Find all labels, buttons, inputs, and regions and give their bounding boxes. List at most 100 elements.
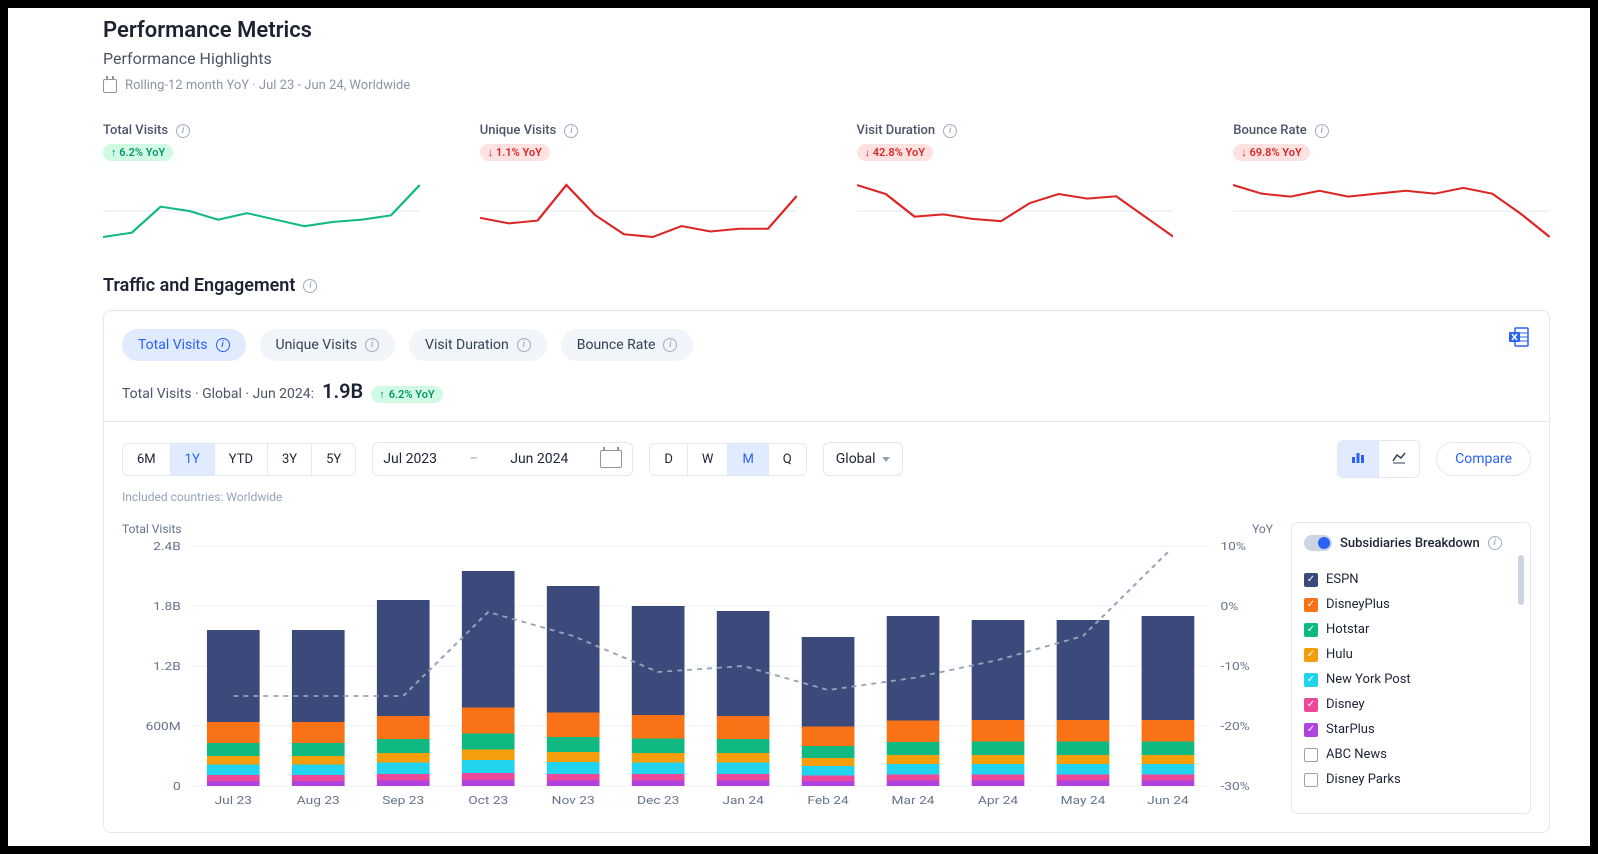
date-dash: –	[459, 443, 488, 475]
metric-change-badge: ↓ 69.8% YoY	[1233, 144, 1309, 161]
checkbox-icon: ✓	[1304, 623, 1318, 637]
legend-item-starplus[interactable]: ✓StarPlus	[1304, 717, 1518, 742]
range-6M[interactable]: 6M	[123, 444, 171, 475]
info-icon[interactable]: i	[1488, 536, 1502, 550]
svg-text:Feb 24: Feb 24	[807, 794, 848, 807]
legend-item-abc-news[interactable]: ABC News	[1304, 742, 1518, 767]
included-countries: Included countries: Worldwide	[104, 490, 1549, 504]
line-chart-icon[interactable]	[1379, 441, 1419, 477]
grain-M[interactable]: M	[728, 444, 768, 475]
svg-text:-20%: -20%	[1220, 720, 1249, 733]
section-title-traffic: Traffic and Engagement i	[103, 275, 1550, 296]
legend-item-espn[interactable]: ✓ESPN	[1304, 567, 1518, 592]
chart-y-title: Total Visits	[122, 522, 182, 536]
page-title: Performance Metrics	[103, 18, 1550, 43]
legend-scrollbar[interactable]	[1518, 555, 1524, 605]
chart-y2-title: YoY	[1252, 522, 1273, 540]
legend-label: Hotstar	[1326, 622, 1369, 637]
range-1Y[interactable]: 1Y	[171, 444, 215, 475]
svg-text:-30%: -30%	[1220, 780, 1249, 793]
svg-text:Dec 23: Dec 23	[637, 794, 679, 807]
bar-chart-icon[interactable]	[1338, 441, 1379, 477]
legend-label: Hulu	[1326, 647, 1353, 662]
grain-Q[interactable]: Q	[769, 444, 806, 475]
checkbox-icon: ✓	[1304, 673, 1318, 687]
info-icon[interactable]: i	[564, 124, 578, 138]
svg-text:10%: 10%	[1220, 540, 1246, 553]
stat-change-badge: ↑ 6.2% YoY	[371, 386, 442, 403]
legend-label: New York Post	[1326, 672, 1411, 687]
metric-card-0: Total Visits i ↑ 6.2% YoY	[103, 123, 420, 245]
legend-item-disney[interactable]: ✓ Disney	[1304, 692, 1518, 717]
calendar-icon	[600, 450, 622, 468]
info-icon[interactable]: i	[1315, 124, 1329, 138]
checkbox-icon: ✓	[1304, 598, 1318, 612]
svg-text:600M: 600M	[146, 720, 181, 733]
svg-text:Apr 24: Apr 24	[978, 794, 1018, 807]
metric-sparkline	[857, 181, 1174, 241]
stat-label: Total Visits · Global · Jun 2024:	[122, 386, 314, 402]
legend-label: ABC News	[1326, 747, 1387, 762]
legend-item-disneyplus[interactable]: ✓ DisneyPlus	[1304, 592, 1518, 617]
region-dropdown[interactable]: Global	[823, 442, 903, 476]
legend-item-new-york-post[interactable]: ✓ New York Post	[1304, 667, 1518, 692]
timerange-segment: 6M1YYTD3Y5Y	[122, 443, 356, 476]
svg-text:1.8B: 1.8B	[153, 600, 181, 613]
date-from: Jul 2023	[373, 443, 447, 475]
info-icon[interactable]: i	[943, 124, 957, 138]
range-5Y[interactable]: 5Y	[312, 444, 355, 475]
svg-text:Jun 24: Jun 24	[1147, 794, 1189, 807]
tab-visit-duration[interactable]: Visit Duration i	[409, 329, 547, 361]
tab-bounce-rate[interactable]: Bounce Rate i	[561, 329, 694, 361]
tab-unique-visits[interactable]: Unique Visits i	[260, 329, 396, 361]
section-title-text: Traffic and Engagement	[103, 275, 295, 296]
metric-sparkline	[1233, 181, 1550, 241]
svg-text:Sep 23: Sep 23	[382, 794, 424, 807]
grain-D[interactable]: D	[650, 444, 688, 475]
tab-total-visits[interactable]: Total Visits i	[122, 329, 246, 361]
info-icon: i	[663, 338, 677, 352]
svg-text:0%: 0%	[1220, 600, 1238, 613]
legend-label: DisneyPlus	[1326, 597, 1390, 612]
info-icon[interactable]: i	[176, 124, 190, 138]
metric-card-2: Visit Durationi ↓ 42.8% YoY	[857, 123, 1174, 245]
legend-item-disney-parks[interactable]: Disney Parks	[1304, 767, 1518, 792]
legend-title: Subsidiaries Breakdown	[1340, 536, 1480, 551]
stacked-bar-chart: 0600M1.2B1.8B2.4B10%0%-10%-20%-30%Jul 23…	[122, 540, 1273, 810]
legend-panel: Subsidiaries Breakdown i ✓ESPN✓DisneyPlu…	[1291, 522, 1531, 814]
chevron-down-icon	[882, 457, 890, 462]
date-context: Rolling-12 month YoY · Jul 23 - Jun 24, …	[103, 78, 1550, 93]
svg-text:0: 0	[173, 780, 181, 793]
info-icon: i	[365, 338, 379, 352]
region-value: Global	[836, 451, 876, 467]
calendar-icon	[103, 79, 117, 93]
metric-label: Unique Visits	[480, 123, 557, 138]
svg-text:Jul 23: Jul 23	[215, 794, 252, 807]
svg-text:Nov 23: Nov 23	[552, 794, 595, 807]
legend-label: Disney	[1326, 697, 1365, 712]
range-3Y[interactable]: 3Y	[268, 444, 312, 475]
range-YTD[interactable]: YTD	[215, 444, 268, 475]
metric-change-badge: ↓ 1.1% YoY	[480, 144, 550, 161]
info-icon[interactable]: i	[303, 279, 317, 293]
info-icon: i	[517, 338, 531, 352]
svg-text:May 24: May 24	[1061, 794, 1106, 807]
legend-item-hotstar[interactable]: ✓ Hotstar	[1304, 617, 1518, 642]
svg-text:Jan 24: Jan 24	[722, 794, 764, 807]
metric-label: Total Visits	[103, 123, 168, 138]
subsidiaries-toggle[interactable]	[1304, 535, 1332, 551]
export-excel-icon[interactable]	[1507, 325, 1531, 349]
grain-W[interactable]: W	[688, 444, 729, 475]
checkbox-icon: ✓	[1304, 698, 1318, 712]
metric-label: Bounce Rate	[1233, 123, 1307, 138]
metric-card-1: Unique Visits i ↓ 1.1% YoY	[480, 123, 797, 245]
legend-item-hulu[interactable]: ✓Hulu	[1304, 642, 1518, 667]
metric-sparkline	[103, 181, 420, 241]
date-range-picker[interactable]: Jul 2023 – Jun 2024	[372, 442, 633, 476]
stat-summary: Total Visits · Global · Jun 2024: 1.9B ↑…	[104, 379, 1549, 422]
compare-button[interactable]: Compare	[1436, 442, 1531, 476]
checkbox-icon	[1304, 748, 1318, 762]
metric-sparkline	[480, 181, 797, 241]
checkbox-icon: ✓	[1304, 573, 1318, 587]
metric-change-badge: ↑ 6.2% YoY	[103, 144, 173, 161]
